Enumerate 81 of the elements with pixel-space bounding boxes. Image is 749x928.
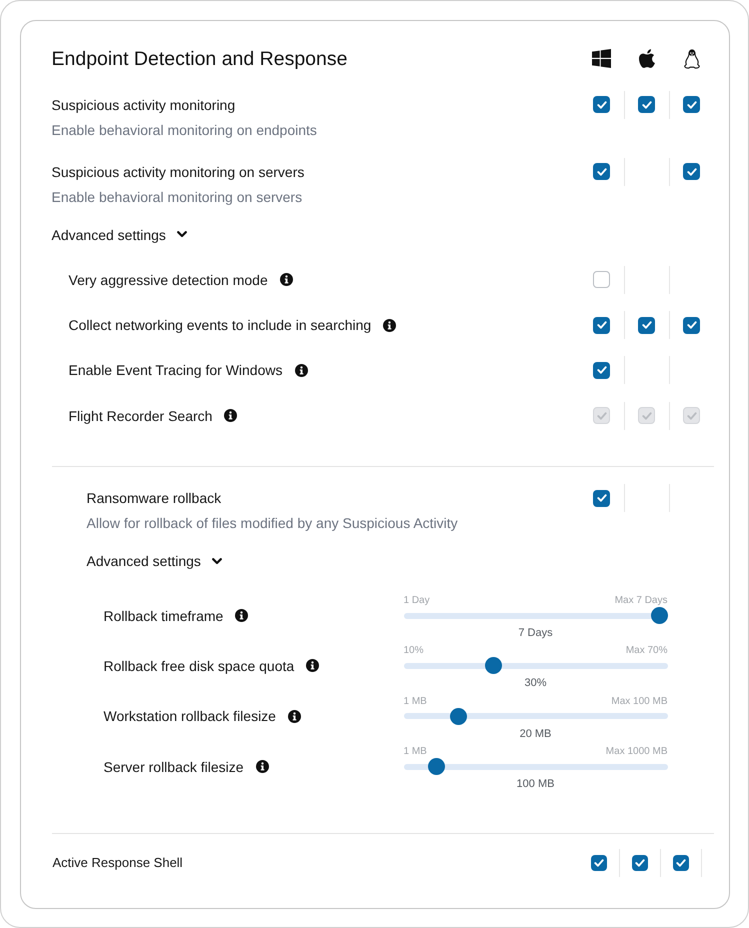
info-icon[interactable] — [224, 409, 238, 422]
check-icon — [596, 494, 606, 502]
info-icon[interactable] — [306, 659, 320, 672]
check-icon — [642, 100, 652, 108]
check-icon — [686, 412, 696, 420]
setting-label: Ransomware rollback — [86, 489, 222, 508]
check-icon — [676, 859, 686, 868]
chevron-down-icon — [176, 231, 187, 238]
check-icon — [596, 100, 606, 108]
info-icon[interactable] — [288, 710, 301, 723]
checkbox[interactable] — [638, 96, 655, 113]
check-icon — [594, 859, 604, 868]
slider-thumb[interactable] — [485, 657, 502, 674]
setting-label: Enable Event Tracing for Windows — [68, 361, 282, 380]
checkbox[interactable] — [593, 362, 610, 379]
checkbox[interactable] — [593, 490, 610, 507]
checkbox[interactable] — [683, 163, 700, 180]
apple-icon — [638, 49, 654, 68]
slider-min-label: 1 MB — [404, 696, 427, 708]
setting-description: Allow for rollback of files modified by any Suspicious Activity — [86, 514, 459, 534]
slider-label: Workstation rollback filesize — [104, 707, 276, 726]
info-icon[interactable] — [294, 364, 308, 377]
checkbox[interactable] — [593, 96, 610, 113]
check-icon — [642, 412, 652, 420]
setting-description: Enable behavioral monitoring on servers — [52, 188, 304, 206]
info-icon[interactable] — [235, 609, 248, 622]
setting-description: Enable behavioral monitoring on endpoints — [52, 120, 318, 140]
setting-label: Collect networking events to include in searching — [68, 316, 372, 336]
checkbox[interactable] — [632, 855, 648, 872]
check-icon — [686, 100, 696, 108]
check-icon — [596, 366, 606, 374]
slider-min-label: 1 Day — [404, 595, 430, 608]
slider-max-label: Max 100 MB — [611, 696, 668, 708]
slider-max-label: Max 70% — [626, 645, 668, 658]
checkbox[interactable] — [683, 316, 700, 334]
card-title: Endpoint Detection and Response — [52, 46, 348, 72]
check-icon — [596, 412, 606, 420]
slider-thumb[interactable] — [650, 607, 668, 624]
slider-track[interactable] — [404, 708, 668, 725]
slider-min-label: 10% — [404, 645, 424, 658]
slider-label: Rollback free disk space quota — [104, 656, 294, 676]
chevron-down-icon — [212, 558, 222, 565]
slider-track[interactable] — [404, 758, 668, 776]
info-icon[interactable] — [256, 760, 269, 774]
info-icon[interactable] — [383, 318, 396, 332]
advanced-settings-toggle[interactable]: Advanced settings — [86, 547, 222, 576]
advanced-settings-toggle[interactable]: Advanced settings — [52, 220, 187, 248]
checkbox[interactable] — [593, 316, 610, 334]
check-icon — [686, 168, 696, 176]
slider-max-label: Max 1000 MB — [606, 746, 668, 758]
slider-track[interactable] — [404, 657, 668, 674]
checkbox[interactable] — [590, 855, 606, 872]
checkbox[interactable] — [593, 271, 610, 288]
slider-value: 100 MB — [516, 777, 554, 792]
checkbox[interactable] — [638, 316, 655, 334]
slider-min-label: 1 MB — [404, 746, 427, 758]
setting-label: Suspicious activity monitoring on servers — [52, 162, 304, 182]
checkbox[interactable] — [672, 855, 688, 872]
setting-label: Suspicious activity monitoring — [52, 96, 236, 114]
check-icon — [634, 859, 644, 868]
windows-icon — [592, 49, 611, 68]
check-icon — [686, 321, 696, 330]
penguin-icon — [684, 48, 700, 68]
slider-label: Server rollback filesize — [104, 758, 244, 777]
slider-track[interactable] — [404, 607, 668, 624]
slider-value: 7 Days — [518, 626, 553, 642]
info-icon[interactable] — [280, 273, 293, 286]
check-icon — [596, 168, 606, 176]
check-icon — [642, 321, 652, 330]
slider-value: 30% — [524, 676, 547, 692]
slider-value: 20 MB — [520, 726, 552, 742]
setting-label: Very aggressive detection mode — [68, 270, 268, 290]
check-icon — [596, 321, 606, 330]
setting-label: Flight Recorder Search — [68, 406, 212, 426]
setting-label: Active Response Shell — [52, 854, 183, 872]
checkbox[interactable] — [593, 163, 610, 180]
checkbox[interactable] — [683, 96, 700, 113]
slider-thumb[interactable] — [450, 708, 468, 725]
slider-max-label: Max 7 Days — [614, 595, 668, 608]
slider-thumb[interactable] — [428, 758, 446, 776]
slider-label: Rollback timeframe — [104, 606, 224, 626]
